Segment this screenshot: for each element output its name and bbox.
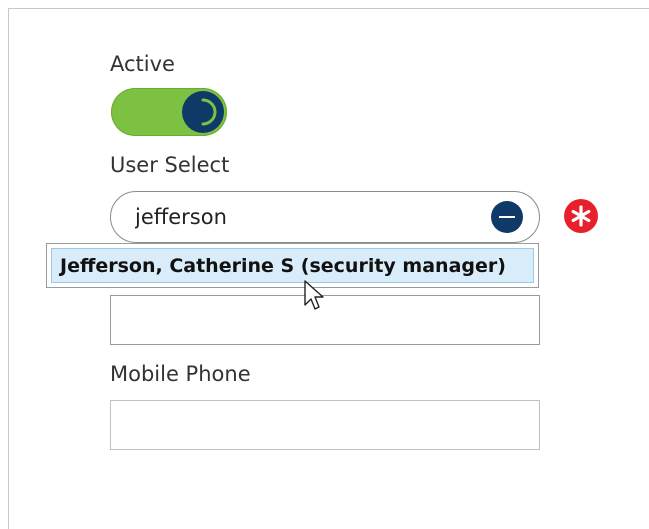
active-toggle[interactable] [111,88,227,136]
suggestion-item[interactable]: Jefferson, Catherine S (security manager… [51,248,534,283]
minus-circle-icon[interactable] [491,201,523,233]
user-select-label: User Select [110,153,230,177]
mobile-phone-input[interactable] [110,400,540,450]
mobile-phone-label: Mobile Phone [110,362,251,386]
mouse-pointer-icon [303,279,327,320]
power-icon [182,91,224,133]
user-select-input[interactable] [135,202,475,232]
user-select-field[interactable] [110,191,540,243]
user-suggestion-dropdown: Jefferson, Catherine S (security manager… [46,243,539,288]
asterisk-icon [564,199,598,233]
active-label: Active [110,52,175,76]
